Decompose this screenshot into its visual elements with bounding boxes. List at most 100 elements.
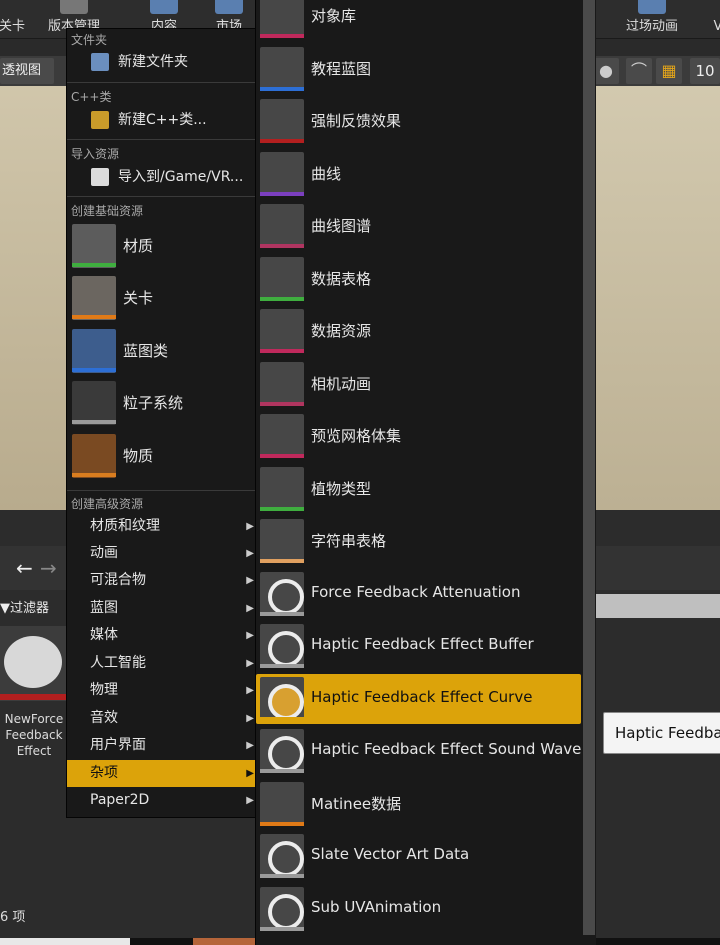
misc-item[interactable]: 对象库	[256, 0, 581, 41]
misc-item-label: 曲线图谱	[311, 217, 372, 235]
section-basic: 创建基础资源	[71, 204, 144, 218]
submenu-scrollbar[interactable]	[583, 0, 595, 935]
toolbar-vr-button[interactable]: V	[708, 0, 720, 38]
substance-icon	[72, 434, 116, 478]
submenu-label: 物理	[90, 682, 118, 698]
ring-icon	[260, 887, 304, 931]
misc-item[interactable]: 预览网格体集	[256, 411, 581, 461]
toolbar-level-button[interactable]: 关卡	[0, 0, 30, 38]
submenu-blueprints[interactable]: 蓝图 ▶	[67, 595, 256, 622]
submenu-label: 动画	[90, 545, 118, 561]
tutorial-blueprint-icon	[260, 47, 304, 91]
snap-surface-icon[interactable]: ⌒	[626, 58, 652, 84]
misc-item[interactable]: 曲线图谱	[256, 201, 581, 251]
asset-color-bar	[260, 559, 304, 563]
chevron-right-icon: ▶	[246, 795, 254, 806]
asset-color-bar	[260, 297, 304, 301]
submenu-miscellaneous[interactable]: 杂项 ▶	[67, 760, 256, 787]
submenu-ai[interactable]: 人工智能 ▶	[67, 650, 256, 677]
misc-item[interactable]: Haptic Feedback Effect Sound Wave	[256, 726, 581, 776]
toolbar-cinematics-label: 过场动画	[625, 19, 678, 34]
misc-item[interactable]: 教程蓝图	[256, 44, 581, 94]
misc-item[interactable]: Slate Vector Art Data	[256, 831, 581, 881]
misc-item[interactable]: Haptic Feedback Effect Buffer	[256, 621, 581, 671]
asset-thumbnail[interactable]	[0, 626, 67, 701]
chevron-right-icon: ▶	[246, 685, 254, 696]
data-table-icon	[260, 257, 304, 301]
misc-item[interactable]: 字符串表格	[256, 516, 581, 566]
misc-item[interactable]: Force Feedback Attenuation	[256, 569, 581, 619]
asset-color-bar	[260, 822, 304, 826]
ring-icon	[260, 624, 304, 668]
submenu-media[interactable]: 媒体 ▶	[67, 622, 256, 649]
ring-icon	[260, 677, 304, 721]
misc-item[interactable]: 植物类型	[256, 464, 581, 514]
submenu-label: 用户界面	[90, 737, 146, 753]
misc-item[interactable]: 数据表格	[256, 254, 581, 304]
back-arrow-icon[interactable]: ←	[16, 556, 33, 580]
force-feedback-icon	[260, 99, 304, 143]
misc-item[interactable]: 强制反馈效果	[256, 96, 581, 146]
asset-color-bar	[260, 612, 304, 616]
gamepad-icon	[4, 636, 62, 688]
chevron-right-icon: ▶	[246, 713, 254, 724]
asset-name[interactable]: NewForce Feedback Effect	[0, 711, 68, 759]
asset-rename-input[interactable]: Haptic Feedback	[603, 712, 720, 754]
submenu-physics[interactable]: 物理 ▶	[67, 677, 256, 704]
new-cpp-class-item[interactable]: 新建C++类...	[67, 108, 256, 132]
misc-item[interactable]: 相机动画	[256, 359, 581, 409]
grid-snap-icon[interactable]: ▦	[656, 58, 682, 84]
basic-asset-substance[interactable]: 物质	[67, 432, 256, 482]
globe-icon[interactable]: ●	[593, 58, 619, 84]
chevron-right-icon: ▶	[246, 630, 254, 641]
asset-color-bar	[260, 87, 304, 91]
basic-asset-label: 蓝图类	[123, 342, 169, 360]
misc-item[interactable]: Sub UVAnimation	[256, 884, 581, 934]
section-advanced: 创建高级资源	[71, 497, 144, 511]
data-asset-icon	[260, 309, 304, 353]
import-to-item[interactable]: 导入到/Game/VR...	[67, 165, 256, 189]
submenu-animation[interactable]: 动画 ▶	[67, 540, 256, 567]
new-cpp-class-label: 新建C++类...	[118, 112, 207, 128]
particle-icon	[72, 381, 116, 425]
forward-arrow-icon[interactable]: →	[40, 556, 57, 580]
basic-asset-level[interactable]: 关卡	[67, 274, 256, 324]
submenu-blendables[interactable]: 可混合物 ▶	[67, 567, 256, 594]
submenu-materials-textures[interactable]: 材质和纹理 ▶	[67, 513, 256, 540]
submenu-label: 音效	[90, 710, 118, 726]
chevron-right-icon: ▶	[246, 548, 254, 559]
asset-color-bar	[260, 874, 304, 878]
asset-color-bar	[260, 769, 304, 773]
cinematics-icon	[638, 0, 666, 14]
submenu-label: 可混合物	[90, 572, 146, 588]
submenu-sounds[interactable]: 音效 ▶	[67, 705, 256, 732]
toolbar-level-label: 关卡	[0, 19, 25, 34]
misc-item[interactable]: 曲线	[256, 149, 581, 199]
filter-button[interactable]: ▼过滤器	[0, 597, 49, 616]
misc-item-label: 字符串表格	[311, 532, 387, 550]
grid-snap-value[interactable]: 10	[690, 58, 720, 84]
level-viewport[interactable]	[0, 56, 67, 510]
misc-item[interactable]: Matinee数据	[256, 779, 581, 829]
asset-color-bar	[260, 349, 304, 353]
new-folder-item[interactable]: 新建文件夹	[67, 50, 256, 74]
level-viewport-right[interactable]	[596, 56, 720, 510]
misc-item-label: 数据资源	[311, 322, 372, 340]
misc-item-label: 强制反馈效果	[311, 112, 402, 130]
chevron-right-icon: ▶	[246, 740, 254, 751]
toolbar-cinematics-button[interactable]: 过场动画	[612, 0, 692, 38]
camera-anim-icon	[260, 362, 304, 406]
ring-icon	[260, 729, 304, 773]
misc-item[interactable]: Haptic Feedback Effect Curve	[256, 674, 581, 724]
curve-atlas-icon	[260, 204, 304, 248]
asset-color-bar	[260, 34, 304, 38]
basic-asset-label: 物质	[123, 447, 154, 465]
submenu-user-interface[interactable]: 用户界面 ▶	[67, 732, 256, 759]
basic-asset-particle-system[interactable]: 粒子系统	[67, 379, 256, 429]
perspective-button[interactable]: 透视图	[0, 58, 54, 84]
asset-color-bar	[260, 192, 304, 196]
basic-asset-blueprint[interactable]: 蓝图类	[67, 327, 256, 377]
submenu-paper2d[interactable]: Paper2D ▶	[67, 787, 256, 814]
basic-asset-material[interactable]: 材质	[67, 222, 256, 272]
misc-item[interactable]: 数据资源	[256, 306, 581, 356]
